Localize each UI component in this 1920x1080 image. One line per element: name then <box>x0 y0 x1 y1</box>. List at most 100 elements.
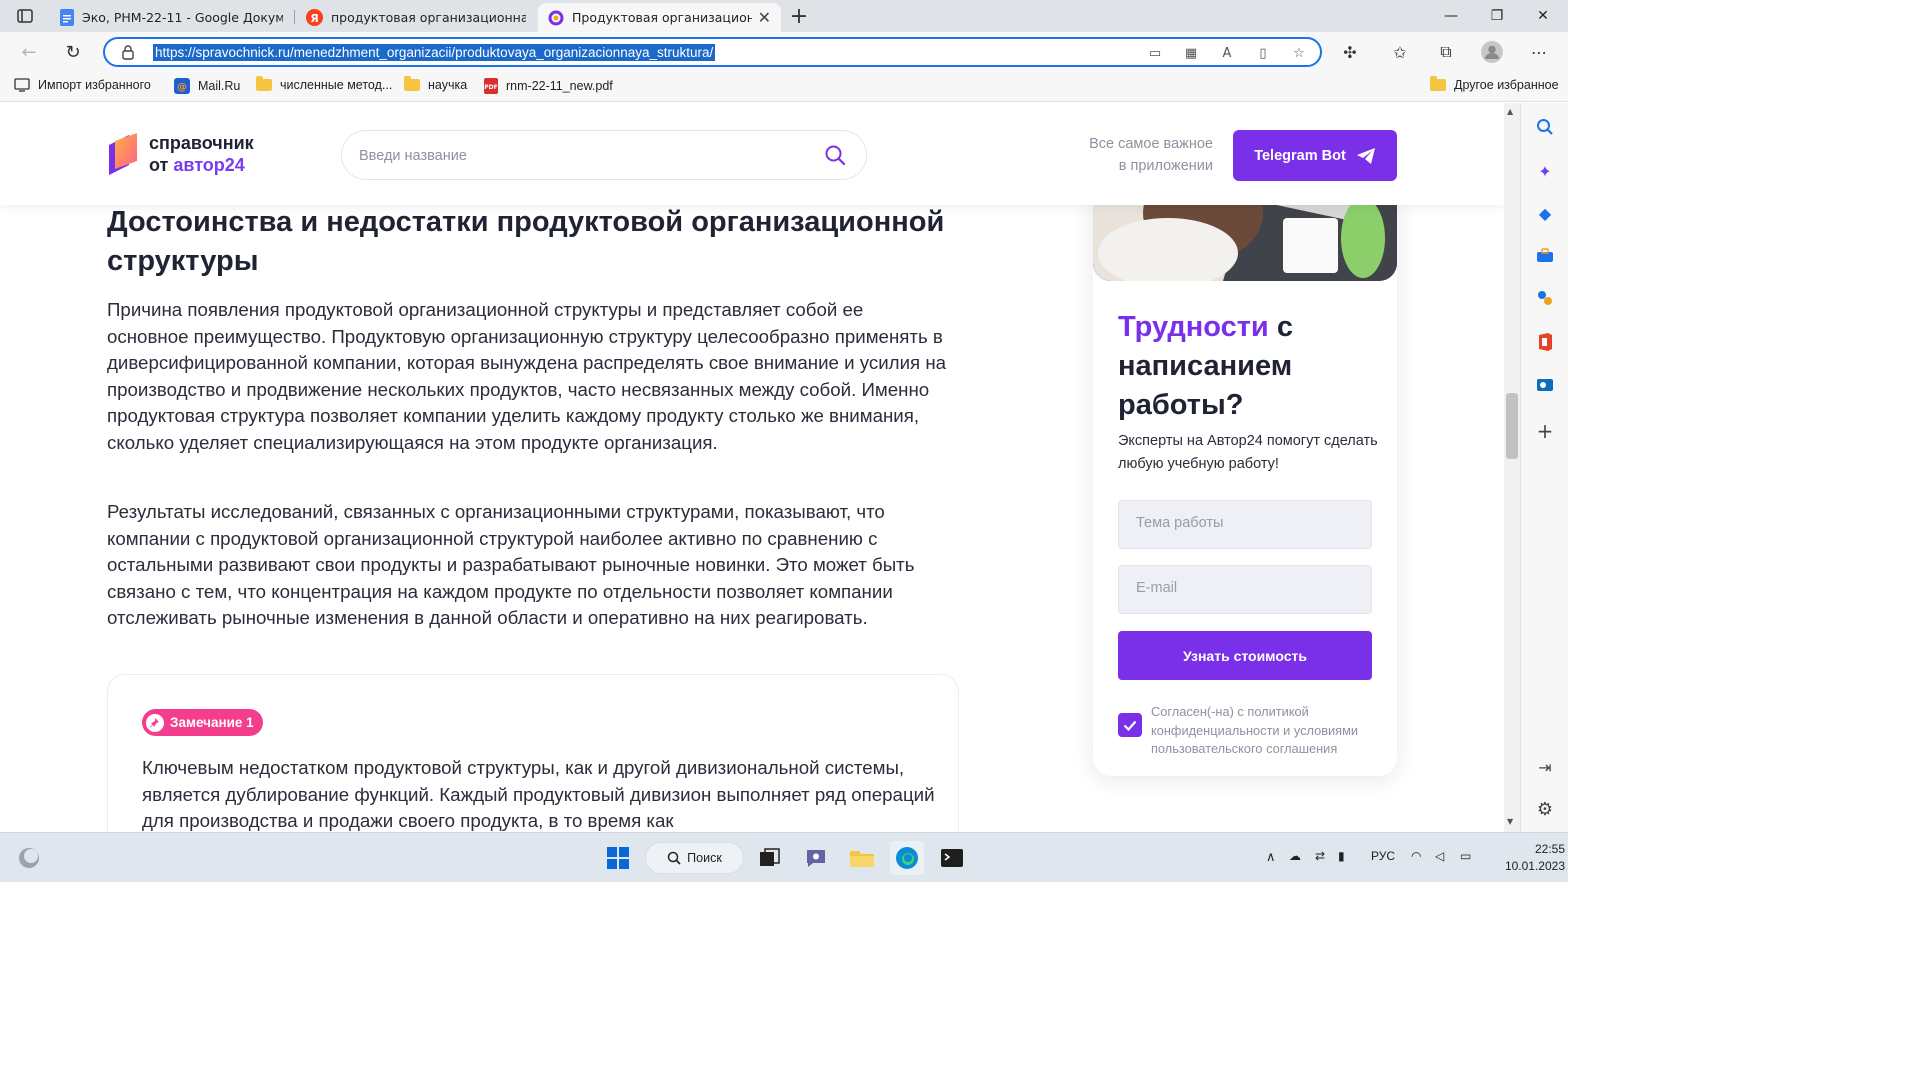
language-indicator[interactable]: РУС <box>1371 849 1395 863</box>
bookmark-label: научка <box>428 78 468 92</box>
promo-title: Трудности с написанием работы? <box>1118 308 1378 425</box>
bookmark-other-favorites[interactable]: Другое избранное <box>1430 76 1559 92</box>
edge-browser-button[interactable] <box>890 841 924 875</box>
sidebar-tools-button[interactable] <box>1533 243 1557 267</box>
topic-input[interactable] <box>1136 515 1356 531</box>
address-bar-actions: ▭ ▦ A ▯ ☆ <box>1144 43 1310 63</box>
site-search <box>341 130 867 180</box>
tab-spravochnik-active[interactable]: Продуктовая организационная ✕ <box>538 3 781 32</box>
profile-button[interactable] <box>1476 38 1508 66</box>
toolbox-icon <box>1537 248 1553 262</box>
tab-actions-button[interactable] <box>8 5 42 27</box>
scrollbar-thumb[interactable] <box>1506 393 1518 459</box>
terminal-icon <box>941 849 963 867</box>
promo-title-accent: Трудности <box>1118 311 1269 343</box>
note-badge-label: Замечание 1 <box>170 715 254 730</box>
site-logo[interactable]: справочник от автор24 <box>107 131 254 177</box>
consent-checkbox[interactable] <box>1118 713 1142 737</box>
more-icon: ⋯ <box>1531 42 1547 62</box>
bookmark-pdf[interactable]: PDF rnm-22-11_new.pdf <box>484 78 613 94</box>
logo-text: справочник от автор24 <box>149 132 254 176</box>
add-favorite-icon[interactable]: ☆ <box>1288 43 1310 63</box>
sidebar-search-button[interactable] <box>1533 115 1557 139</box>
tab-close-icon[interactable]: ✕ <box>758 8 771 27</box>
tab-yandex-search[interactable]: Я продуктовая организационная <box>296 3 536 32</box>
sidebar-hide-button[interactable]: ⇥ <box>1533 755 1557 779</box>
battery-icon[interactable]: ▭ <box>1460 849 1471 863</box>
wifi-icon[interactable]: ◠ <box>1411 849 1421 863</box>
reload-icon: ↻ <box>65 41 81 63</box>
app-promo-link[interactable]: Все самое важное в приложении <box>1060 133 1213 177</box>
bookmark-folder-nauchka[interactable]: научка <box>404 76 468 92</box>
immersive-reader-icon[interactable]: ▯ <box>1252 43 1274 63</box>
app-available-icon[interactable]: ▭ <box>1144 43 1166 63</box>
app-promo-line-1: Все самое важное <box>1089 136 1213 152</box>
volume-icon[interactable]: ◁ <box>1435 849 1444 863</box>
teams-chat-button[interactable] <box>800 841 832 875</box>
bookmark-import[interactable]: Импорт избранного <box>14 78 151 92</box>
tray-overflow-icon[interactable]: ∧ <box>1266 849 1276 865</box>
page-viewport: справочник от автор24 Все самое важное в… <box>0 103 1504 832</box>
lock-icon <box>122 45 134 60</box>
onedrive-icon[interactable]: ☁ <box>1289 849 1301 863</box>
bookmark-folder-numeric-methods[interactable]: численные метод... <box>256 76 392 92</box>
email-input[interactable] <box>1136 580 1356 596</box>
telegram-bot-button[interactable]: Telegram Bot <box>1233 130 1397 181</box>
spravochnik-icon <box>548 10 564 25</box>
start-button[interactable] <box>602 841 634 875</box>
folder-icon <box>256 76 272 91</box>
sidebar-add-button[interactable]: + <box>1533 419 1557 443</box>
window-restore-button[interactable]: ❐ <box>1474 0 1520 32</box>
bookmark-mailru[interactable]: @ Mail.Ru <box>174 78 240 94</box>
sidebar-office-button[interactable] <box>1533 330 1557 354</box>
window-minimize-button[interactable]: — <box>1428 0 1474 32</box>
file-explorer-button[interactable] <box>846 841 878 875</box>
read-aloud-icon[interactable]: A <box>1216 43 1238 63</box>
system-clock[interactable]: 22:55 10.01.2023 <box>1485 841 1565 875</box>
panel-icon: ⇥ <box>1538 757 1552 777</box>
reload-button[interactable]: ↻ <box>58 38 88 66</box>
collections-button[interactable]: ⧉ <box>1430 38 1462 66</box>
article-paragraph-1: Причина появления продуктовой организаци… <box>107 299 947 453</box>
tab-google-docs[interactable]: Эко, РНМ-22-11 - Google Докум <box>50 3 293 32</box>
scroll-up-icon[interactable]: ▲ <box>1507 107 1513 116</box>
restore-icon: ❐ <box>1490 8 1504 24</box>
task-view-button[interactable] <box>754 841 786 875</box>
note-text: Ключевым недостатком продуктовой структу… <box>142 757 935 831</box>
network-adapter-icon[interactable]: ⇄ <box>1315 849 1325 863</box>
favorites-button[interactable]: ✩ <box>1384 38 1416 66</box>
close-icon: ✕ <box>1537 8 1549 24</box>
settings-menu-button[interactable]: ⋯ <box>1523 38 1555 66</box>
sparkle-icon: ✦ <box>1538 161 1552 181</box>
sidebar-games-button[interactable] <box>1533 286 1557 310</box>
sidebar-outlook-button[interactable] <box>1533 373 1557 397</box>
tab-actions-icon <box>17 9 33 23</box>
puzzle-icon: ✣ <box>1343 42 1357 62</box>
new-tab-button[interactable]: + <box>786 4 812 29</box>
page-scrollbar[interactable]: ▲ ▼ <box>1504 103 1520 832</box>
sidebar-settings-button[interactable]: ⚙ <box>1533 797 1557 821</box>
checkmark-icon <box>1123 720 1137 731</box>
games-icon <box>1538 291 1552 305</box>
signal-bars-icon[interactable]: ▮ <box>1338 849 1345 863</box>
scroll-down-icon[interactable]: ▼ <box>1507 817 1513 826</box>
bookmark-label: Импорт избранного <box>38 78 151 92</box>
apps-grid-icon[interactable]: ▦ <box>1180 43 1202 63</box>
url-text[interactable]: https://spravochnick.ru/menedzhment_orga… <box>153 44 716 61</box>
terminal-button[interactable] <box>936 841 968 875</box>
bookmark-label: rnm-22-11_new.pdf <box>506 79 613 93</box>
search-input[interactable] <box>359 145 799 167</box>
weather-widget[interactable] <box>14 841 44 875</box>
sidebar-copilot-button[interactable]: ✦ <box>1533 159 1557 183</box>
back-button[interactable]: ← <box>14 38 44 66</box>
sidebar-shopping-button[interactable]: ◆ <box>1533 201 1557 225</box>
extensions-button[interactable]: ✣ <box>1334 38 1366 66</box>
window-close-button[interactable]: ✕ <box>1520 0 1566 32</box>
address-bar[interactable]: https://spravochnick.ru/menedzhment_orga… <box>103 37 1322 67</box>
get-price-button[interactable]: Узнать стоимость <box>1118 631 1372 680</box>
telegram-paper-plane-icon <box>1356 147 1375 164</box>
search-icon[interactable] <box>824 144 846 166</box>
taskbar-search[interactable]: Поиск <box>645 842 744 874</box>
mailru-icon: @ <box>174 78 190 94</box>
app-promo-line-2: в приложении <box>1118 158 1213 174</box>
